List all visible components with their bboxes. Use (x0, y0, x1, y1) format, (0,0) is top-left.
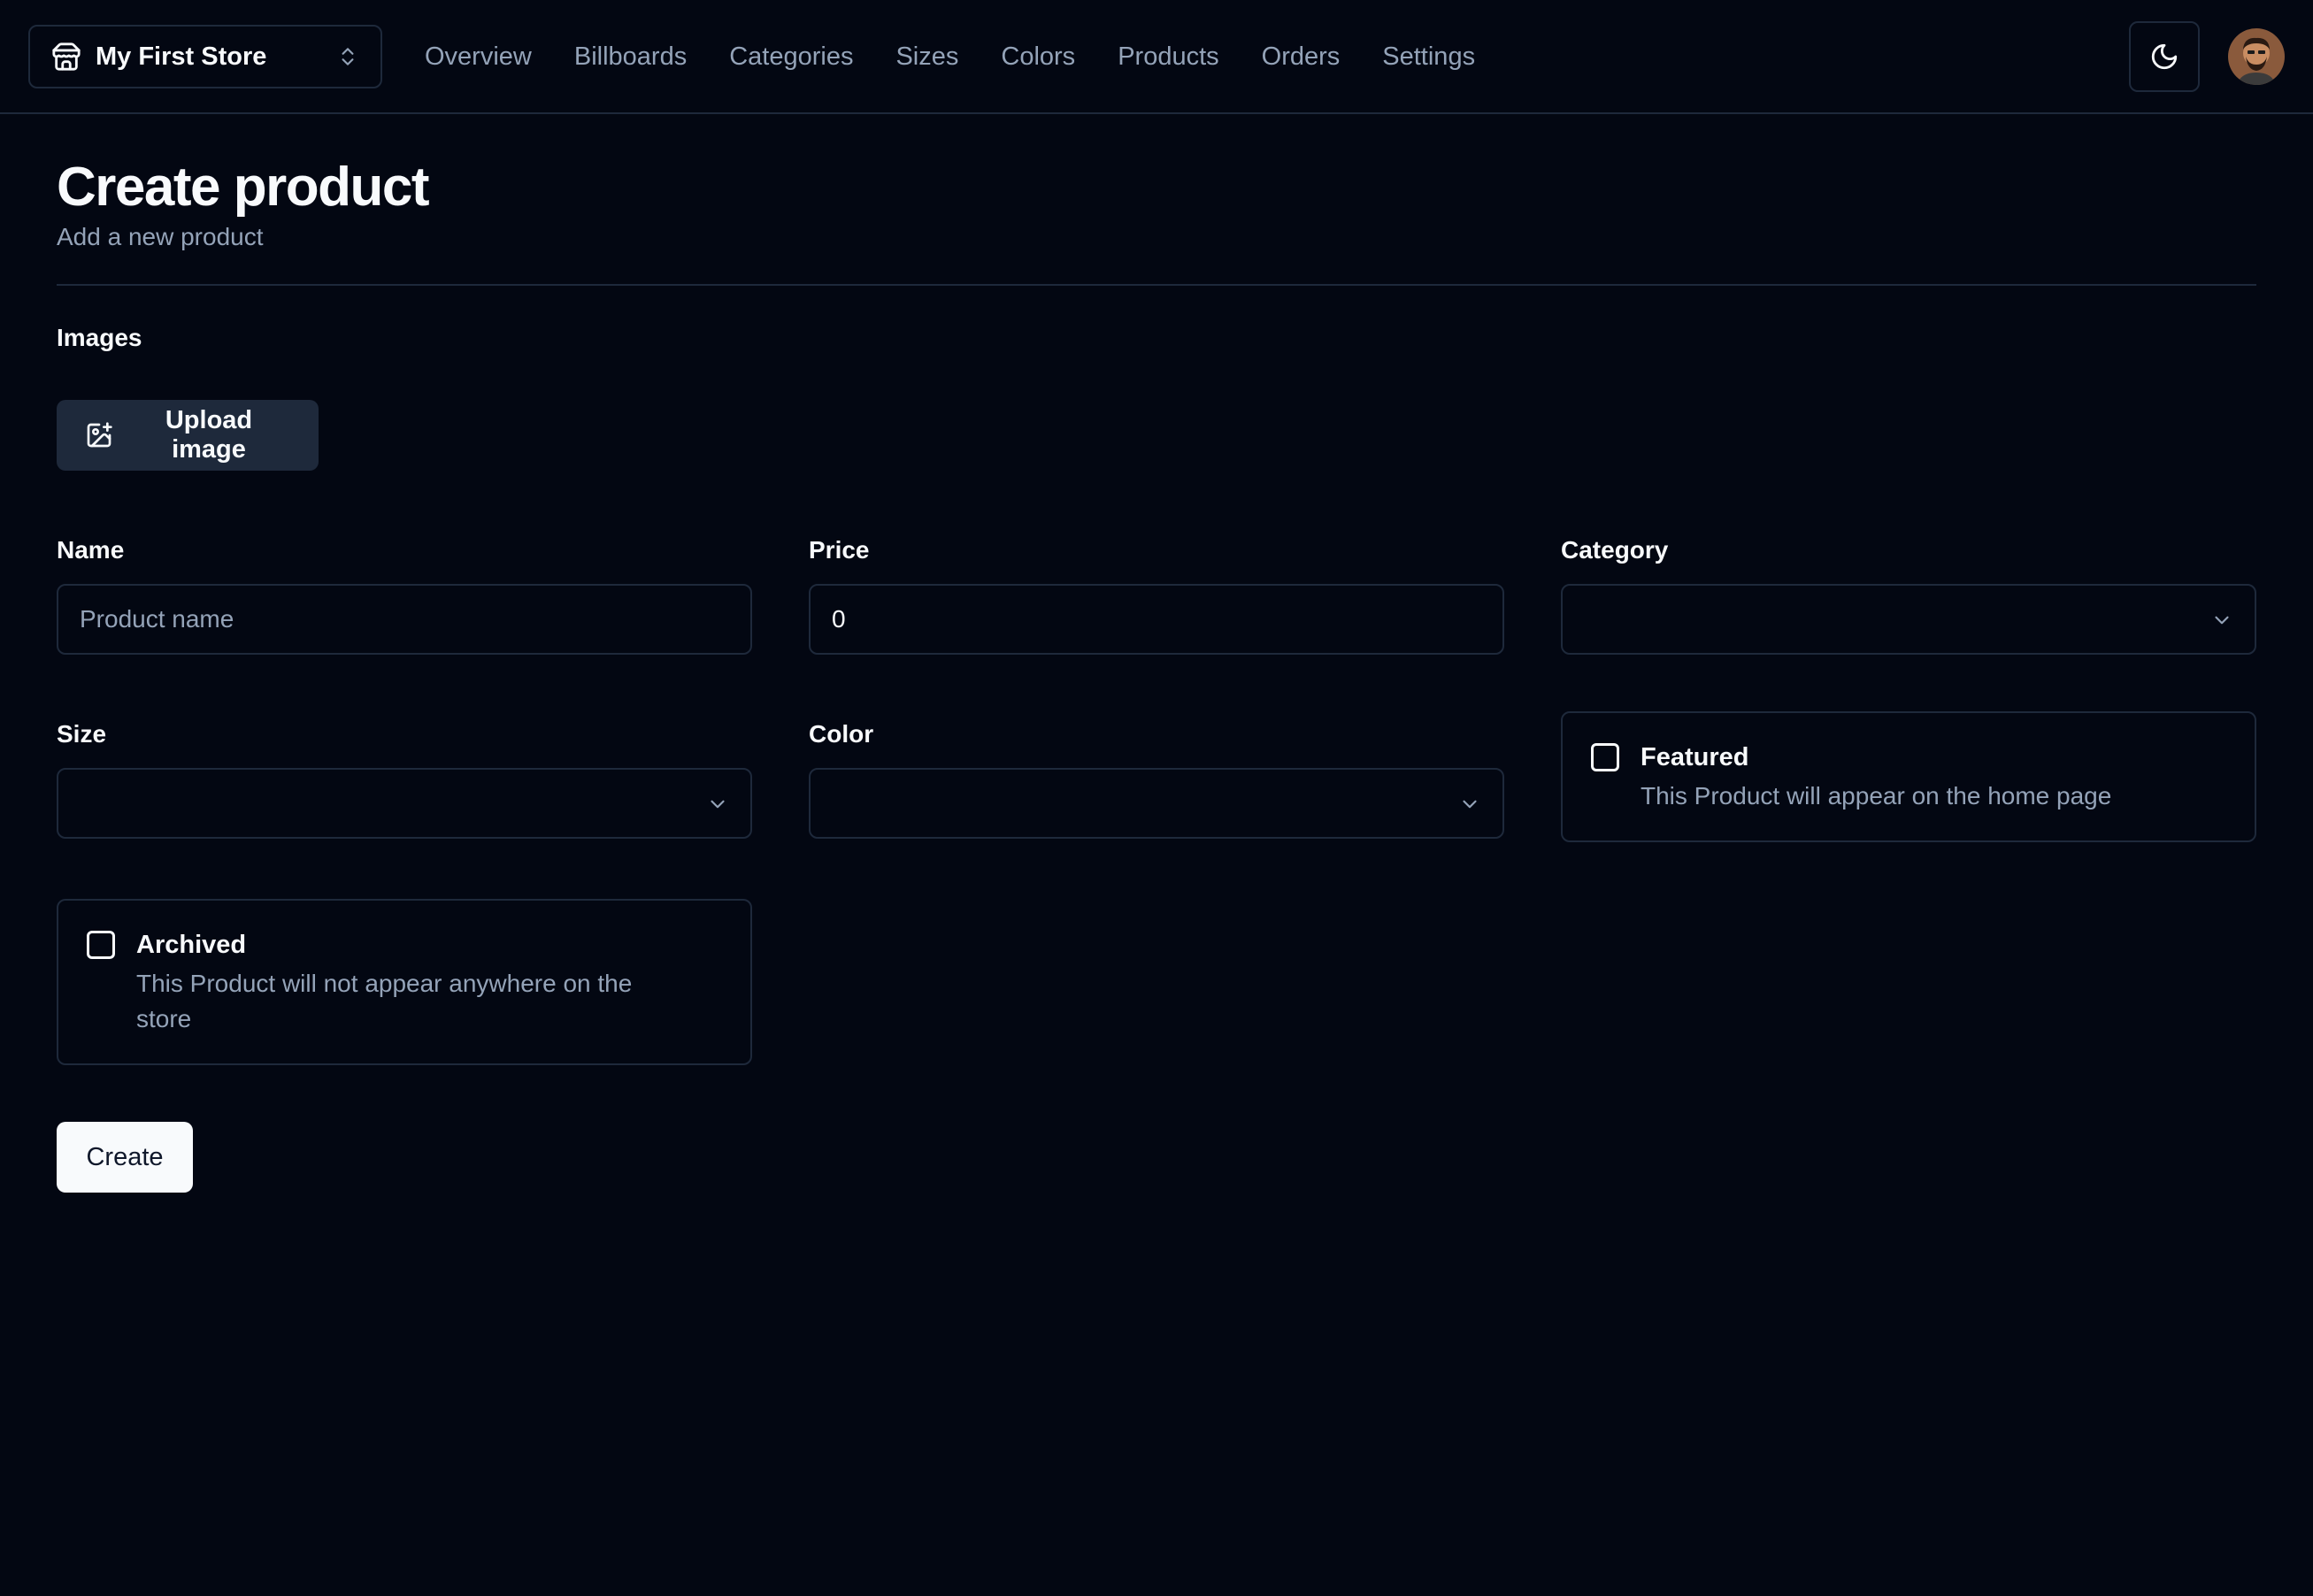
nav-billboards[interactable]: Billboards (574, 42, 687, 72)
main-nav: Overview Billboards Categories Sizes Col… (425, 0, 1518, 113)
user-avatar[interactable] (2228, 28, 2285, 85)
archived-label: Archived (136, 931, 247, 959)
archived-description: This Product will not appear anywhere on… (136, 970, 633, 1032)
nav-colors[interactable]: Colors (1001, 42, 1075, 72)
featured-card: Featured This Product will appear on the… (1561, 711, 2256, 842)
category-select[interactable] (1561, 584, 2256, 655)
page-subtitle: Add a new product (57, 223, 264, 250)
category-label: Category (1561, 536, 1669, 564)
price-input[interactable] (811, 586, 1502, 653)
chevron-down-icon (1458, 793, 1481, 816)
nav-categories[interactable]: Categories (729, 42, 853, 72)
color-label: Color (809, 720, 874, 748)
nav-products[interactable]: Products (1118, 42, 1218, 72)
upload-image-button[interactable]: Upload image (57, 400, 319, 471)
product-name-input[interactable] (58, 586, 750, 653)
chevron-down-icon (706, 793, 729, 816)
store-icon (51, 42, 81, 72)
create-button[interactable]: Create (57, 1122, 193, 1193)
images-label: Images (57, 324, 142, 351)
color-select[interactable] (809, 768, 1504, 839)
nav-sizes[interactable]: Sizes (895, 42, 958, 72)
nav-overview[interactable]: Overview (425, 42, 532, 72)
archived-card: Archived This Product will not appear an… (57, 899, 752, 1065)
price-label: Price (809, 536, 870, 564)
size-label: Size (57, 720, 107, 748)
upload-image-label: Upload image (165, 406, 253, 464)
top-navbar: My First Store Overview Billboards Categ… (0, 0, 2313, 114)
archived-checkbox[interactable] (87, 931, 115, 959)
divider (57, 284, 2256, 286)
image-plus-icon (85, 421, 113, 449)
size-select[interactable] (57, 768, 752, 839)
moon-icon (2149, 42, 2179, 72)
page-title: Create product (57, 157, 429, 218)
name-field-wrapper (57, 584, 752, 655)
chevrons-up-down-icon (336, 42, 359, 72)
theme-toggle-button[interactable] (2129, 21, 2200, 92)
chevron-down-icon (2210, 609, 2233, 632)
store-name: My First Store (96, 42, 267, 71)
featured-label: Featured (1641, 743, 1749, 771)
featured-checkbox[interactable] (1591, 743, 1619, 771)
price-field-wrapper (809, 584, 1504, 655)
nav-orders[interactable]: Orders (1262, 42, 1341, 72)
store-switcher[interactable]: My First Store (28, 25, 382, 88)
nav-settings[interactable]: Settings (1382, 42, 1475, 72)
featured-description: This Product will appear on the home pag… (1641, 782, 2112, 810)
name-label: Name (57, 536, 125, 564)
